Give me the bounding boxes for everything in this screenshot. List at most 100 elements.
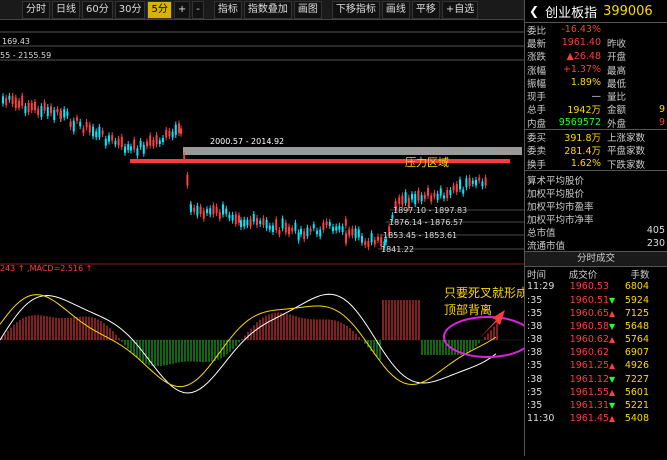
trade-row: :38 1960.62 6907: [525, 346, 667, 359]
candle-body: [53, 109, 56, 120]
quote-label: 现手: [527, 92, 547, 104]
candle-body: [319, 229, 322, 237]
trade-qty: 5924: [624, 294, 649, 306]
candle-body: [312, 224, 315, 229]
trade-time: :38: [527, 334, 543, 346]
candle-body: [481, 181, 484, 187]
pressure-label: 压力区域: [405, 156, 449, 169]
trade-qty: 5408: [624, 413, 649, 425]
trade-direction-icon: ▲: [609, 308, 616, 318]
chart-toolbar: 分时 日线 60分 30分 5分 + - 指标 指数叠加 画图 下移指标 画线 平移 +自选: [0, 0, 524, 20]
trade-time: :35: [527, 400, 543, 412]
candle-body: [21, 95, 24, 106]
candle-body: [34, 102, 36, 111]
quote-value: 1.89%: [570, 77, 601, 89]
candle-body: [238, 215, 240, 223]
candle-body: [297, 232, 300, 241]
candle-body: [265, 220, 268, 229]
candle-body: [136, 148, 139, 156]
toolbar-button[interactable]: +自选: [441, 0, 479, 19]
trade-time: :35: [527, 307, 543, 319]
toolbar-button[interactable]: 日线: [52, 0, 80, 19]
candle-body: [354, 228, 357, 238]
candle-body: [436, 193, 439, 200]
candle-body: [335, 226, 338, 231]
info-row: 总市值 405: [525, 225, 667, 239]
candle-body: [249, 218, 252, 227]
quote-value: 9: [658, 103, 665, 115]
trades-col-header: 手数: [630, 270, 650, 282]
toolbar-button[interactable]: 5分: [147, 0, 172, 19]
toolbar-button[interactable]: 分时: [22, 0, 50, 19]
candle-body: [430, 195, 433, 202]
candle-body: [275, 219, 278, 231]
back-icon[interactable]: ❮: [529, 4, 539, 18]
index-code: 399006: [603, 3, 653, 19]
candle-body: [168, 130, 171, 137]
toolbar-button[interactable]: -: [192, 0, 204, 19]
quote-value: -16.43%: [561, 24, 601, 36]
candle-body: [72, 120, 75, 132]
candle-body: [193, 207, 196, 212]
trade-direction-icon: ▲: [609, 414, 616, 424]
toolbar-button[interactable]: +: [173, 0, 191, 19]
trade-price: 1960.58: [569, 320, 609, 332]
candle-body: [40, 106, 43, 117]
trade-time: :35: [527, 386, 543, 398]
quote-value: 1942万: [567, 105, 601, 117]
candle-body: [174, 124, 177, 135]
trade-qty: 5648: [624, 320, 649, 332]
trades-col-header: 时间: [527, 270, 547, 282]
candle-body: [246, 220, 249, 226]
info-value: [635, 186, 667, 199]
candle-body: [139, 141, 142, 147]
candle-body: [468, 177, 471, 186]
toolbar-button[interactable]: 下移指标: [331, 0, 380, 19]
candle-body: [178, 123, 180, 133]
trade-price: 1960.65: [569, 307, 609, 319]
candle-body: [92, 126, 94, 137]
candle-body: [60, 110, 62, 120]
candle-body: [449, 190, 452, 195]
panel-header: ❮ 创业板指 399006: [525, 0, 667, 23]
quote-row: 换手 1.62% 下跌家数: [525, 157, 667, 171]
info-row: 流通市值 230: [525, 238, 667, 252]
candle-body: [341, 226, 344, 232]
candle-body: [398, 197, 401, 204]
toolbar-button[interactable]: 30分: [114, 0, 146, 19]
info-row: 加权平均股价: [525, 186, 667, 200]
toolbar-button[interactable]: 指标: [213, 0, 242, 19]
candle-body: [63, 109, 66, 118]
trades-title[interactable]: 分时成交: [525, 251, 667, 268]
zone-label: 2000.57 - 2014.92: [210, 137, 284, 146]
candle-body: [190, 204, 192, 212]
trade-direction-icon: ▼: [609, 321, 616, 331]
quote-row: 总手 1942万 金额 9: [525, 103, 667, 117]
trade-qty: 5221: [624, 400, 649, 412]
toolbar-button[interactable]: 画线: [381, 0, 410, 19]
trades-list[interactable]: 11:29 1960.53 6804:35 1960.51 ▼ 5924:35 1960.6…: [525, 280, 667, 425]
price-label: 1897.10 - 1897.83: [393, 206, 467, 215]
toolbar-button[interactable]: 画图: [293, 0, 322, 19]
order-table: 委买 391.8万 上涨家数 委卖 281.4万 平盘家数 换手 1.62% 下跌家数: [525, 130, 667, 171]
trade-direction-icon: ▼: [609, 401, 616, 411]
price-label: 1853.45 - 1853.61: [383, 231, 457, 240]
toolbar-button[interactable]: 指数叠加: [243, 0, 292, 19]
candle-body: [234, 214, 237, 224]
candle-body: [306, 227, 309, 237]
toolbar-button[interactable]: 平移: [411, 0, 440, 19]
trade-time: 11:30: [527, 413, 555, 425]
candle-body: [152, 139, 155, 146]
candle-body: [79, 121, 82, 127]
candle-body: [452, 185, 455, 191]
candle-body: [439, 188, 442, 196]
candle-body: [377, 236, 379, 241]
toolbar-button[interactable]: 60分: [82, 0, 113, 19]
candle-body: [108, 135, 110, 142]
price-label: 1841.22: [381, 245, 414, 254]
quote-label: 振幅: [527, 78, 547, 90]
quote-label: 总手: [527, 105, 547, 117]
macd-label: 243 ↑ ,MACD=2.516 ↑: [0, 264, 92, 273]
candle-body: [278, 230, 281, 235]
candle-body: [95, 131, 98, 138]
